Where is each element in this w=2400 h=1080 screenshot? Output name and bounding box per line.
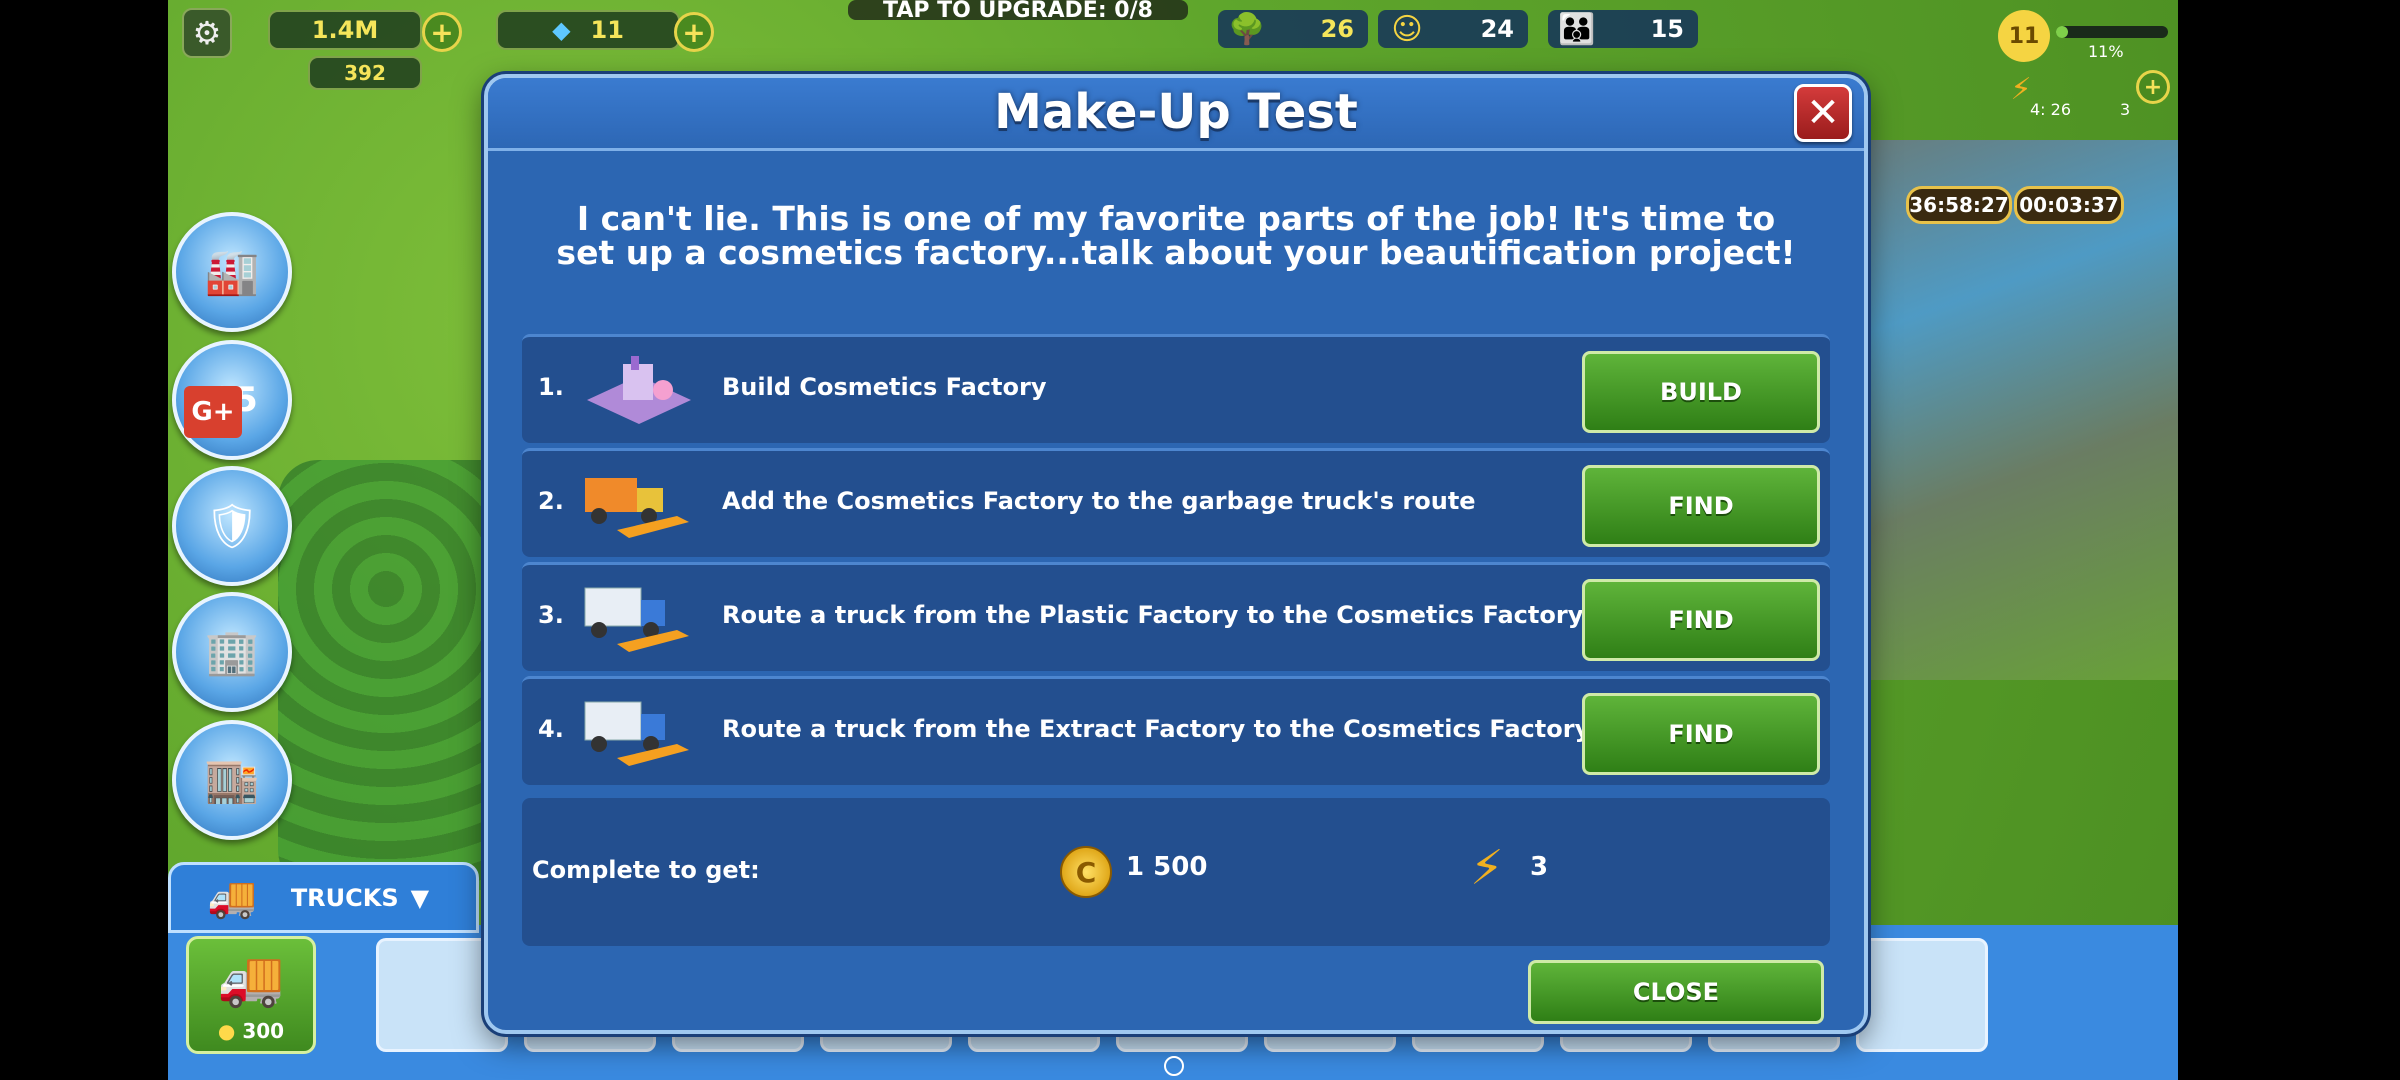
coin-amount: 1.4M [311,16,379,44]
add-coins-button[interactable]: + [422,12,462,52]
trucks-tab[interactable]: 🚚 TRUCKS ▼ [168,862,479,933]
task-label: Route a truck from the Extract Factory t… [722,715,1591,743]
level-value: 11 [2008,23,2040,49]
factory-menu-button[interactable]: 🏭 [172,212,292,332]
tree-icon: 🌳 [1228,11,1266,47]
tools-shield-icon: 🛡 [204,501,260,552]
task-label: Route a truck from the Plastic Factory t… [722,601,1584,629]
task-number: 3. [538,601,564,629]
garbage-truck-icon [574,461,704,547]
task-label: Build Cosmetics Factory [722,373,1047,401]
task-number: 4. [538,715,564,743]
gem-amount: 11 [590,16,624,44]
reward-panel: Complete to get: C 1 500 ⚡ 3 [522,798,1830,946]
gem-counter: ◆ 11 [496,10,680,50]
find-button[interactable]: FIND [1582,465,1820,547]
coin-icon: C [1060,846,1112,898]
reward-coins: 1 500 [1126,852,1208,882]
factory-icon: 🏭 [204,247,260,298]
close-button[interactable]: CLOSE [1528,960,1824,1024]
coin-counter: 1.4M [268,10,422,50]
upgrade-menu-button[interactable]: 🏢 [172,592,292,712]
factory-icon [574,347,704,433]
coin-bonus-timer[interactable]: 00:03:37 [2014,186,2124,224]
task-row: 3. Route a truck from the Plastic Factor… [522,562,1830,671]
trucks-tab-label: TRUCKS [290,883,399,912]
task-row: 1. Build Cosmetics Factory BUILD [522,334,1830,443]
settings-gear-icon[interactable]: ⚙ [182,8,232,58]
token-amount: 392 [344,61,386,85]
google-plus-icon[interactable]: G+ [184,386,242,438]
upgrade-building-icon: 🏢 [204,627,260,678]
building-icon: 🏬 [204,755,260,806]
chest-timer-text: 36:58:27 [1909,193,2009,217]
add-energy-button[interactable]: + [2136,70,2170,104]
quest-dialog: Make-Up Test ✕ I can't lie. This is one … [484,74,1868,1034]
repair-menu-button[interactable]: 🛡 [172,466,292,586]
energy-timer: 4: 26 [2030,100,2072,119]
chest-timer[interactable]: 36:58:27 [1906,186,2012,224]
cosmetics-factory-menu-button[interactable]: 🏬 [172,720,292,840]
xp-bar [2056,26,2168,38]
truck-icon [574,689,704,775]
energy-count: 3 [2120,100,2131,119]
task-label: Add the Cosmetics Factory to the garbage… [722,487,1476,515]
build-button[interactable]: BUILD [1582,351,1820,433]
truck-slot[interactable] [1856,938,1988,1052]
xp-percent: 11% [2088,42,2124,61]
dialog-title: Make-Up Test [994,84,1358,140]
add-truck-price: ● 300 [189,1019,313,1043]
token-counter: 392 [308,56,422,90]
chevron-down-icon: ▼ [410,883,430,912]
truck-icon: 🚚 [207,875,257,921]
dialog-intro-text: I can't lie. This is one of my favorite … [556,199,1796,272]
google-plus-label: G+ [191,397,235,427]
find-button[interactable]: FIND [1582,579,1820,661]
page-indicator-dot [1164,1056,1184,1076]
ecology-value: 26 [1320,15,1354,43]
reward-energy: 3 [1530,852,1549,882]
happiness-value: 24 [1480,15,1514,43]
ecology-stat[interactable]: 🌳 26 [1218,10,1368,48]
task-row: 4. Route a truck from the Extract Factor… [522,676,1830,785]
city-area [1858,140,2178,680]
population-icon: 👪 [1558,11,1596,47]
upgrade-banner-text: TAP TO UPGRADE: 0/8 [883,0,1153,23]
xp-bar-fill [2056,26,2069,38]
add-truck-button[interactable]: 🚚 ● 300 [186,936,316,1054]
add-gems-button[interactable]: + [674,12,714,52]
coin-icon: ● [217,1019,236,1043]
coin-bonus-timer-text: 00:03:37 [2019,193,2119,217]
truck-icon [574,575,704,661]
close-icon[interactable]: ✕ [1794,84,1852,142]
add-truck-icon: 🚚 [217,947,285,1010]
upgrade-banner[interactable]: TAP TO UPGRADE: 0/8 [848,0,1188,23]
task-number: 2. [538,487,564,515]
level-star-icon[interactable]: 11 [1998,10,2050,62]
energy-bolt-icon: ⚡ [1470,840,1504,896]
smiley-icon: ☺ [1391,11,1423,47]
task-number: 1. [538,373,564,401]
task-row: 2. Add the Cosmetics Factory to the garb… [522,448,1830,557]
population-stat[interactable]: 👪 15 [1548,10,1698,48]
population-value: 15 [1650,15,1684,43]
find-button[interactable]: FIND [1582,693,1820,775]
add-truck-price-value: 300 [242,1019,285,1043]
gem-icon: ◆ [552,16,571,44]
reward-label: Complete to get: [532,856,760,884]
happiness-stat[interactable]: ☺ 24 [1378,10,1528,48]
